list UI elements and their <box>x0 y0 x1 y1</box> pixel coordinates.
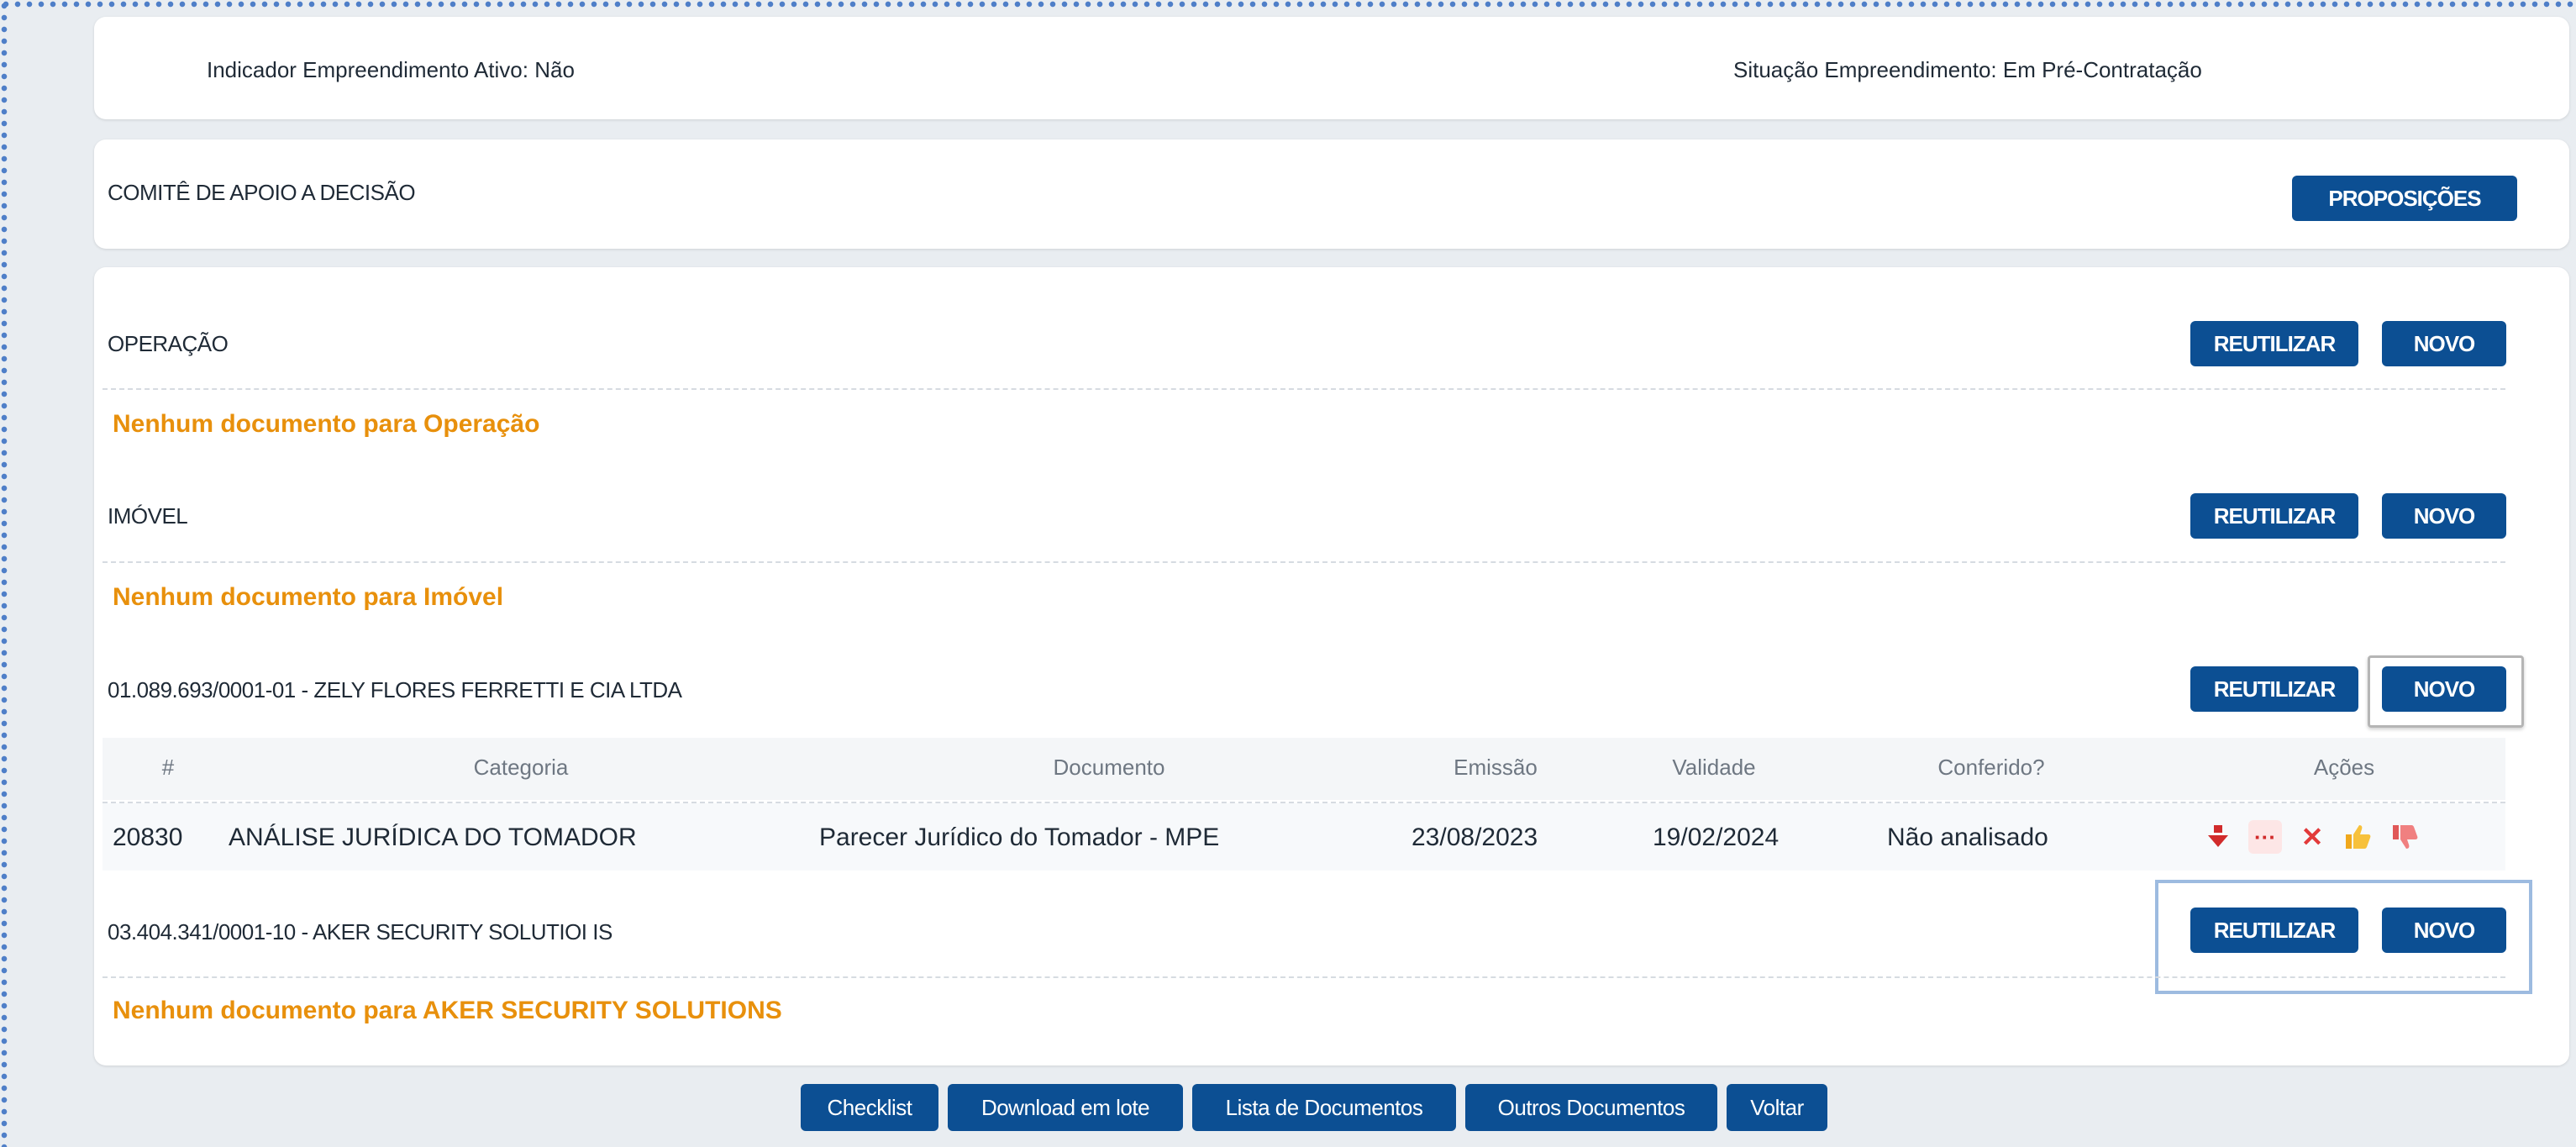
thumbs-down-icon[interactable] <box>2388 820 2421 854</box>
col-header-categoria: Categoria <box>473 755 569 780</box>
delete-icon[interactable]: ✕ <box>2295 820 2329 854</box>
zely-reutilizar-button[interactable]: REUTILIZAR <box>2190 666 2358 712</box>
checklist-button[interactable]: Checklist <box>801 1084 938 1131</box>
aker-title: 03.404.341/0001-10 - AKER SECURITY SOLUT… <box>108 919 612 944</box>
voltar-button[interactable]: Voltar <box>1727 1084 1827 1131</box>
situacao-text: Situação Empreendimento: Em Pré-Contrata… <box>1733 57 2202 82</box>
proposicoes-button[interactable]: PROPOSIÇÕES <box>2292 176 2517 221</box>
col-header-emissao: Emissão <box>1454 755 1538 780</box>
lista-de-documentos-button[interactable]: Lista de Documentos <box>1192 1084 1456 1131</box>
imovel-empty-message: Nenhum documento para Imóvel <box>113 583 504 611</box>
aker-novo-button[interactable]: NOVO <box>2382 908 2506 953</box>
col-header-acoes: Ações <box>2313 755 2375 780</box>
cell-validade: 19/02/2024 <box>1653 823 1780 851</box>
operacao-empty-message: Nenhum documento para Operação <box>113 410 540 438</box>
imovel-title: IMÓVEL <box>108 503 188 529</box>
aker-empty-message: Nenhum documento para AKER SECURITY SOLU… <box>113 997 782 1024</box>
cell-emissao: 23/08/2023 <box>1412 823 1538 851</box>
col-header-conferido: Conferido? <box>1937 755 2045 780</box>
selection-frame-top <box>0 0 2576 8</box>
cell-categoria: ANÁLISE JURÍDICA DO TOMADOR <box>229 823 637 851</box>
zely-title: 01.089.693/0001-01 - ZELY FLORES FERRETT… <box>108 677 682 702</box>
divider <box>103 976 2505 978</box>
col-header-id: # <box>161 755 175 780</box>
outros-documentos-button[interactable]: Outros Documentos <box>1465 1084 1717 1131</box>
empreendimento-info-panel: Indicador Empreendimento Ativo: Não Situ… <box>94 17 2569 119</box>
indicador-ativo-text: Indicador Empreendimento Ativo: Não <box>207 57 575 82</box>
comite-title: COMITÊ DE APOIO A DECISÃO <box>108 180 416 205</box>
download-icon[interactable] <box>2201 820 2235 854</box>
cell-conferido: Não analisado <box>1887 823 2048 851</box>
aker-reutilizar-button[interactable]: REUTILIZAR <box>2190 908 2358 953</box>
operacao-title: OPERAÇÃO <box>108 331 229 356</box>
download-em-lote-button[interactable]: Download em lote <box>948 1084 1183 1131</box>
thumbs-up-icon[interactable] <box>2341 820 2374 854</box>
divider <box>103 388 2505 390</box>
cell-documento: Parecer Jurídico do Tomador - MPE <box>819 823 1220 851</box>
imovel-reutilizar-button[interactable]: REUTILIZAR <box>2190 493 2358 539</box>
operacao-novo-button[interactable]: NOVO <box>2382 321 2506 366</box>
selection-frame-left <box>0 0 8 1147</box>
imovel-novo-button[interactable]: NOVO <box>2382 493 2506 539</box>
col-header-validade: Validade <box>1672 755 1756 780</box>
operacao-reutilizar-button[interactable]: REUTILIZAR <box>2190 321 2358 366</box>
col-header-documento: Documento <box>1053 755 1165 780</box>
cell-id: 20830 <box>113 823 183 851</box>
comite-panel: COMITÊ DE APOIO A DECISÃO PROPOSIÇÕES <box>94 139 2569 249</box>
zely-novo-button[interactable]: NOVO <box>2382 666 2506 712</box>
divider <box>103 561 2505 563</box>
more-options-icon[interactable]: ··· <box>2248 820 2282 854</box>
